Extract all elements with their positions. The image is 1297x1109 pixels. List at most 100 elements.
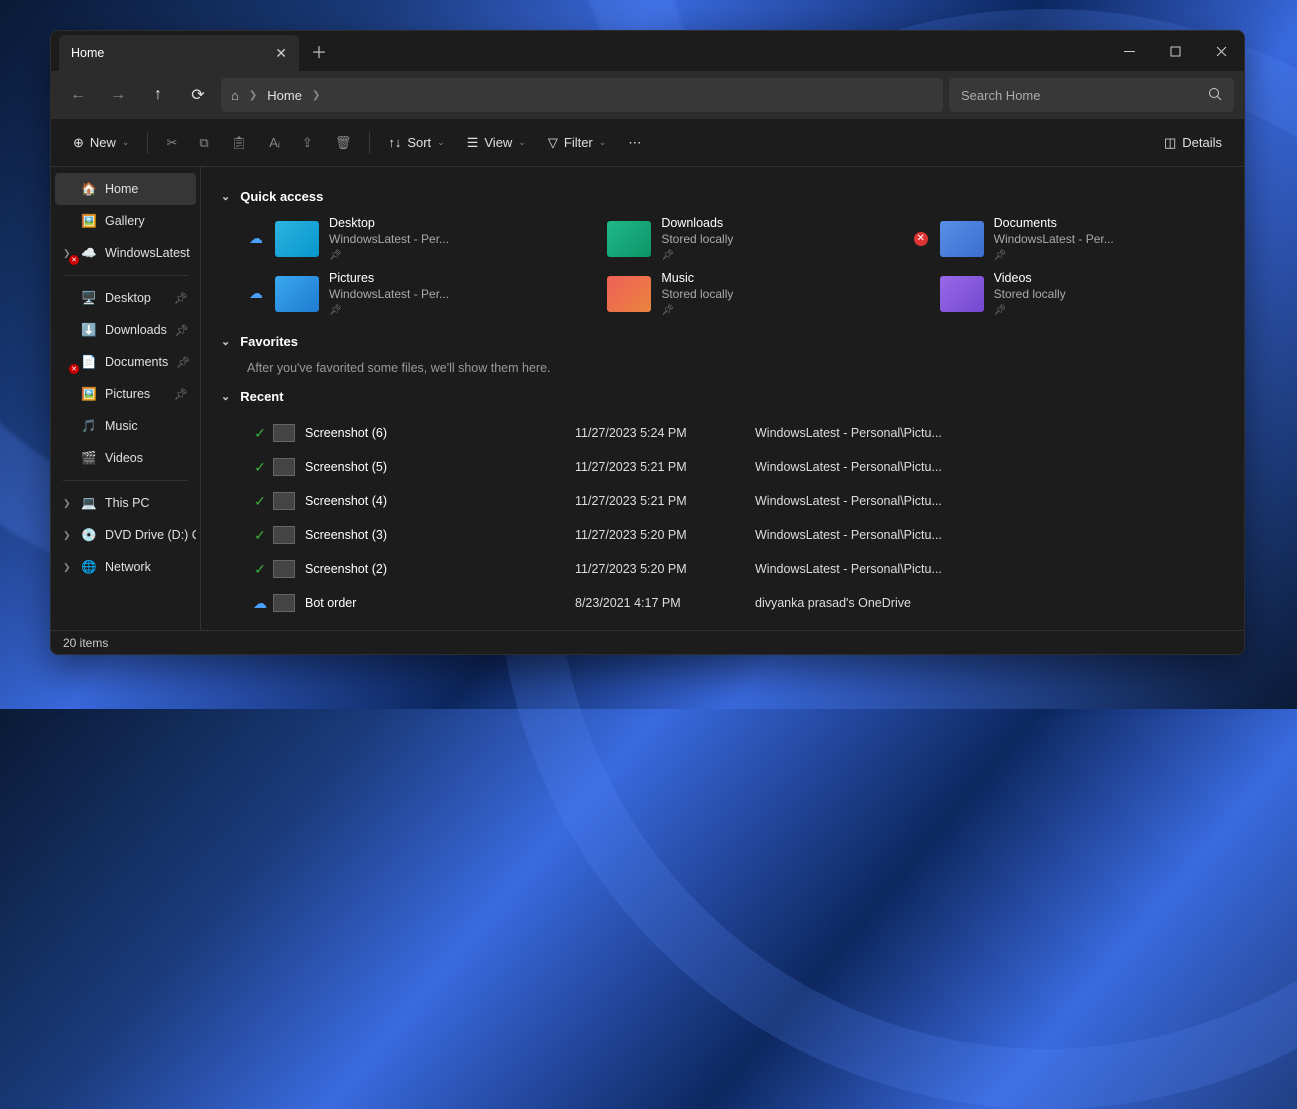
- file-date: 11/27/2023 5:20 PM: [575, 528, 755, 542]
- recent-item[interactable]: ☁Bot order8/23/2021 4:17 PMdivyanka pras…: [247, 586, 1224, 620]
- delete-button[interactable]: 🗑︎: [325, 126, 362, 160]
- recent-item[interactable]: ✓Screenshot (6)11/27/2023 5:24 PMWindows…: [247, 416, 1224, 450]
- sidebar-item-pictures[interactable]: 🖼️Pictures📌︎: [55, 378, 196, 410]
- sidebar-item-desktop[interactable]: 🖥️Desktop📌︎: [55, 282, 196, 314]
- new-tab-button[interactable]: ＋: [299, 31, 339, 71]
- quick-access-desktop[interactable]: ☁DesktopWindowsLatest - Per...📌︎: [247, 216, 559, 261]
- filter-button[interactable]: ▽Filter⌄: [538, 126, 616, 160]
- folder-icon: [275, 276, 319, 312]
- close-tab-icon[interactable]: ✕: [275, 45, 287, 62]
- sidebar-item-label: Videos: [105, 451, 143, 465]
- breadcrumb[interactable]: ⌂ ❯ Home ❯: [221, 78, 943, 112]
- view-icon: ☰: [467, 135, 479, 151]
- cloud-icon: ☁: [249, 230, 263, 247]
- share-button[interactable]: ⇪: [292, 126, 323, 160]
- refresh-button[interactable]: ⟳: [181, 78, 215, 112]
- details-button[interactable]: ◫Details: [1154, 126, 1232, 160]
- back-button[interactable]: ←: [61, 78, 95, 112]
- pin-icon: 📌︎: [176, 356, 190, 369]
- quick-access-documents[interactable]: ✕DocumentsWindowsLatest - Per...📌︎: [912, 216, 1224, 261]
- quick-access-pictures[interactable]: ☁PicturesWindowsLatest - Per...📌︎: [247, 271, 559, 316]
- chevron-right-icon: ❯: [63, 562, 73, 573]
- folder-sub: Stored locally: [661, 232, 733, 246]
- sidebar-item-downloads[interactable]: ⬇️ Downloads 📌︎: [55, 314, 196, 346]
- folder-icon: [940, 221, 984, 257]
- dvd-icon: 💿: [81, 527, 97, 543]
- folder-icon: [940, 276, 984, 312]
- up-button[interactable]: ↑: [141, 78, 175, 112]
- quick-access-downloads[interactable]: DownloadsStored locally📌︎: [579, 216, 891, 261]
- copy-button[interactable]: ⧉: [189, 126, 218, 160]
- forward-button[interactable]: →: [101, 78, 135, 112]
- share-icon: ⇪: [302, 135, 313, 151]
- pin-icon: 📌︎: [329, 250, 449, 261]
- search-icon[interactable]: [1208, 87, 1222, 104]
- file-name: Screenshot (2): [305, 562, 575, 576]
- item-count: 20 items: [63, 636, 108, 650]
- close-button[interactable]: [1198, 31, 1244, 71]
- quick-access-videos[interactable]: VideosStored locally📌︎: [912, 271, 1224, 316]
- search-input[interactable]: [961, 88, 1208, 103]
- file-date: 11/27/2023 5:21 PM: [575, 460, 755, 474]
- search-box[interactable]: [949, 78, 1234, 112]
- paste-button[interactable]: 📋︎: [221, 126, 258, 160]
- new-button[interactable]: ⊕New⌄: [63, 126, 139, 160]
- recent-item[interactable]: ✓Screenshot (4)11/27/2023 5:21 PMWindows…: [247, 484, 1224, 518]
- folder-sub: WindowsLatest - Per...: [329, 287, 449, 301]
- error-badge: ✕: [69, 255, 79, 265]
- folder-sub: Stored locally: [661, 287, 733, 301]
- favorites-header[interactable]: ⌄Favorites: [221, 334, 1224, 349]
- sidebar-item-network[interactable]: ❯🌐Network: [55, 551, 196, 583]
- file-name: Screenshot (6): [305, 426, 575, 440]
- downloads-icon: ⬇️: [81, 322, 97, 338]
- gallery-icon: 🖼️: [81, 213, 97, 229]
- file-date: 11/27/2023 5:21 PM: [575, 494, 755, 508]
- recent-item[interactable]: ✓Screenshot (5)11/27/2023 5:21 PMWindows…: [247, 450, 1224, 484]
- plus-icon: ⊕: [73, 135, 84, 151]
- file-thumbnail: [273, 424, 295, 442]
- sidebar-item-videos[interactable]: 🎬Videos: [55, 442, 196, 474]
- tab-home[interactable]: Home ✕: [59, 35, 299, 71]
- chevron-down-icon: ⌄: [221, 390, 230, 403]
- home-icon: ⌂: [231, 88, 239, 103]
- error-icon: ✕: [914, 232, 928, 246]
- recent-header[interactable]: ⌄Recent: [221, 389, 1224, 404]
- pin-icon: 📌︎: [661, 250, 733, 261]
- sidebar-item-label: Downloads: [105, 323, 167, 337]
- sort-button[interactable]: ↑↓Sort⌄: [378, 126, 454, 160]
- minimize-button[interactable]: [1106, 31, 1152, 71]
- sidebar-item-label: Network: [105, 560, 151, 574]
- sidebar-item-music[interactable]: 🎵Music: [55, 410, 196, 442]
- folder-icon: [607, 221, 651, 257]
- titlebar: Home ✕ ＋: [51, 31, 1244, 71]
- pin-icon: 📌︎: [175, 324, 189, 337]
- recent-item[interactable]: ✓Screenshot (3)11/27/2023 5:20 PMWindows…: [247, 518, 1224, 552]
- cut-button[interactable]: ✂: [156, 126, 187, 160]
- sidebar-item-home[interactable]: 🏠Home: [55, 173, 196, 205]
- file-thumbnail: [273, 526, 295, 544]
- file-name: Screenshot (3): [305, 528, 575, 542]
- sidebar-item-dvd-drive-d-c[interactable]: ❯💿DVD Drive (D:) C: [55, 519, 196, 551]
- view-button[interactable]: ☰View⌄: [457, 126, 536, 160]
- file-location: WindowsLatest - Personal\Pictu...: [755, 494, 1224, 508]
- sidebar-item-label: Documents: [105, 355, 168, 369]
- recent-item[interactable]: ✓Screenshot (2)11/27/2023 5:20 PMWindows…: [247, 552, 1224, 586]
- quick-access-music[interactable]: MusicStored locally📌︎: [579, 271, 891, 316]
- sidebar-item-this-pc[interactable]: ❯💻This PC: [55, 487, 196, 519]
- sync-ok-icon: ✓: [254, 425, 266, 442]
- sidebar-item-label: Home: [105, 182, 138, 196]
- sidebar-item-documents[interactable]: 📄Documents📌︎✕: [55, 346, 196, 378]
- separator: [63, 275, 188, 276]
- more-button[interactable]: ⋯: [618, 126, 651, 160]
- pin-icon: 📌︎: [174, 292, 188, 305]
- sidebar-item-gallery[interactable]: 🖼️Gallery: [55, 205, 196, 237]
- sidebar-item-windowslatest[interactable]: ❯☁️WindowsLatest✕: [55, 237, 196, 269]
- chevron-down-icon: ⌄: [221, 190, 230, 203]
- music-icon: 🎵: [81, 418, 97, 434]
- sync-ok-icon: ✓: [254, 459, 266, 476]
- chevron-right-icon: ❯: [249, 90, 257, 101]
- quick-access-header[interactable]: ⌄Quick access: [221, 189, 1224, 204]
- maximize-button[interactable]: [1152, 31, 1198, 71]
- rename-button[interactable]: Aᵢ: [259, 126, 290, 160]
- chevron-down-icon: ⌄: [599, 137, 607, 148]
